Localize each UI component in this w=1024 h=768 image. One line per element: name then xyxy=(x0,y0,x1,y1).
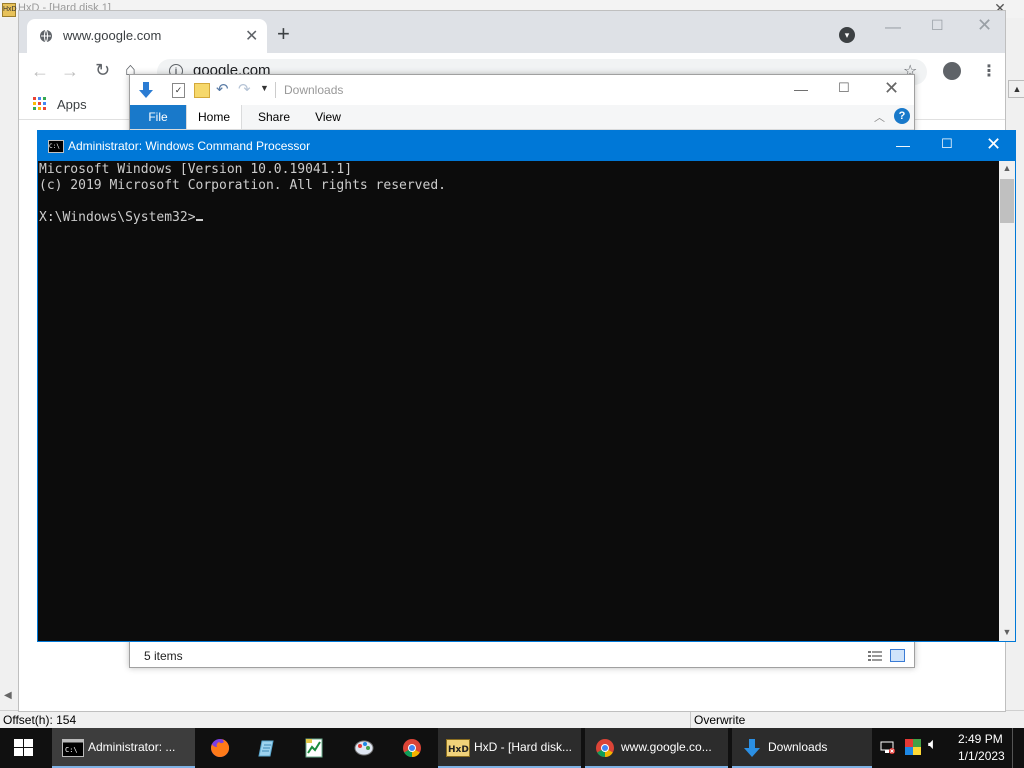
taskbar-item-hxd[interactable]: HxD HxD - [Hard disk... xyxy=(438,728,581,768)
hxd-logo-icon: HxD xyxy=(2,3,17,17)
large-icons-view-icon[interactable] xyxy=(890,649,905,662)
chrome-tab[interactable]: www.google.com ✕ xyxy=(27,19,267,53)
explorer-minimize-button[interactable]: — xyxy=(794,81,808,97)
reload-icon[interactable]: ↻ xyxy=(95,60,110,81)
text-cursor xyxy=(195,219,203,221)
status-divider xyxy=(690,711,691,729)
chrome-icon xyxy=(403,739,421,757)
taskbar-pin-firefox[interactable] xyxy=(198,728,244,768)
collapse-ribbon-chevron-icon[interactable]: ︿ xyxy=(874,109,885,125)
taskbar-item-label: HxD - [Hard disk... xyxy=(474,740,573,754)
new-tab-button[interactable]: + xyxy=(277,23,290,45)
taskbar-item-downloads[interactable]: Downloads xyxy=(732,728,872,768)
apps-bookmark[interactable]: Apps xyxy=(57,97,87,112)
explorer-close-button[interactable]: ✕ xyxy=(884,78,899,99)
download-arrow-icon xyxy=(139,82,153,98)
taskbar-item-cmd[interactable]: C:\ Administrator: ... xyxy=(52,728,195,768)
cmd-icon: C:\ xyxy=(48,140,64,153)
taskbar-pin-spreadsheet[interactable] xyxy=(292,728,338,768)
windows-logo-icon xyxy=(14,739,34,757)
help-icon[interactable]: ? xyxy=(894,108,910,124)
taskbar-pin-chrome[interactable] xyxy=(390,728,436,768)
console-prompt-line[interactable]: X:\Windows\System32> xyxy=(39,210,203,225)
taskbar-item-label: Downloads xyxy=(768,740,828,754)
item-count: 5 items xyxy=(144,649,183,663)
taskbar-item-label: www.google.co... xyxy=(621,740,712,754)
hxd-scroll-left-icon[interactable]: ◀ xyxy=(4,690,12,701)
chrome-tab-title: www.google.com xyxy=(63,28,162,43)
taskbar-pin-paint[interactable] xyxy=(342,728,388,768)
clock-date[interactable]: 1/1/2023 xyxy=(958,749,1005,763)
console-scrollbar[interactable]: ▲ ▼ xyxy=(999,161,1015,641)
cmd-titlebar[interactable]: C:\ Administrator: Windows Command Proce… xyxy=(38,131,1015,161)
hxd-offset-status: Offset(h): 154 xyxy=(3,713,77,727)
chrome-tabstrip: www.google.com ✕ + ▾ — ☐ ✕ xyxy=(19,11,1005,53)
tab-view[interactable]: View xyxy=(302,105,354,129)
chrome-maximize-button[interactable]: ☐ xyxy=(931,17,944,34)
hxd-scroll-up-button[interactable]: ▲ xyxy=(1008,80,1024,98)
console-prompt: X:\Windows\System32> xyxy=(39,210,196,225)
hxd-mode-status[interactable]: Overwrite xyxy=(694,713,745,727)
close-tab-icon[interactable]: ✕ xyxy=(245,26,258,46)
console-output[interactable]: Microsoft Windows [Version 10.0.19041.1]… xyxy=(38,161,999,641)
cmd-minimize-button[interactable]: — xyxy=(896,137,910,153)
taskbar: C:\ Administrator: ... HxD HxD - [Hard d… xyxy=(0,728,1024,768)
console-line: Microsoft Windows [Version 10.0.19041.1] xyxy=(39,162,353,177)
notepad-icon xyxy=(258,740,274,757)
download-arrow-icon xyxy=(744,739,760,757)
explorer-statusbar: 5 items xyxy=(130,645,914,667)
apps-grid-icon[interactable] xyxy=(33,97,47,111)
explorer-titlebar: ✓ ↶ ↷ ▼ Downloads — ☐ ✕ xyxy=(130,75,914,105)
tab-home[interactable]: Home xyxy=(186,105,242,129)
spreadsheet-icon xyxy=(305,738,323,758)
tab-file[interactable]: File xyxy=(130,105,186,129)
firefox-icon xyxy=(211,738,230,757)
redo-icon[interactable]: ↷ xyxy=(238,80,251,98)
console-line: (c) 2019 Microsoft Corporation. All righ… xyxy=(39,178,446,193)
cmd-close-button[interactable]: ✕ xyxy=(986,134,1001,155)
color-settings-icon[interactable] xyxy=(905,739,921,755)
explorer-title: Downloads xyxy=(284,83,344,97)
scroll-up-icon[interactable]: ▲ xyxy=(999,163,1015,173)
cmd-icon: C:\ xyxy=(62,739,84,757)
clock-time[interactable]: 2:49 PM xyxy=(958,732,1003,746)
menu-kebab-icon[interactable]: ⋮ xyxy=(981,61,997,81)
explorer-ribbon: File Home Share View ︿ ? xyxy=(130,105,914,130)
hxd-icon: HxD xyxy=(446,739,470,757)
taskbar-item-chrome[interactable]: www.google.co... xyxy=(585,728,728,768)
tab-share[interactable]: Share xyxy=(248,105,300,129)
svg-text:HxD: HxD xyxy=(448,745,469,755)
scroll-thumb[interactable] xyxy=(1000,179,1014,223)
properties-icon[interactable]: ✓ xyxy=(172,83,185,98)
forward-arrow-icon[interactable]: → xyxy=(61,61,79,82)
chrome-minimize-button[interactable]: — xyxy=(885,19,901,37)
svg-text:C:\: C:\ xyxy=(65,746,78,754)
details-view-icon[interactable] xyxy=(868,650,882,662)
hxd-statusbar: Offset(h): 154 Overwrite xyxy=(0,710,1024,729)
tab-search-icon[interactable]: ▾ xyxy=(839,27,855,43)
new-folder-icon[interactable] xyxy=(194,83,210,98)
start-button[interactable] xyxy=(0,728,48,768)
taskbar-pin-notepad[interactable] xyxy=(246,728,292,768)
paint-icon xyxy=(354,740,374,756)
cmd-title: Administrator: Windows Command Processor xyxy=(68,139,311,153)
chrome-close-button[interactable]: ✕ xyxy=(977,15,992,36)
profile-avatar-icon[interactable] xyxy=(943,62,961,80)
show-desktop-button[interactable] xyxy=(1012,728,1024,768)
taskbar-item-label: Administrator: ... xyxy=(88,740,176,754)
back-arrow-icon[interactable]: ← xyxy=(31,61,49,82)
cmd-maximize-button[interactable]: ☐ xyxy=(941,136,953,152)
explorer-maximize-button[interactable]: ☐ xyxy=(838,80,850,96)
volume-icon[interactable]: 🔈︎ xyxy=(928,736,938,754)
undo-icon[interactable]: ↶ xyxy=(216,80,229,98)
titlebar-separator xyxy=(275,82,276,98)
scroll-down-icon[interactable]: ▼ xyxy=(999,627,1015,637)
globe-icon xyxy=(40,29,52,43)
network-icon[interactable] xyxy=(880,740,896,754)
cmd-window: C:\ Administrator: Windows Command Proce… xyxy=(37,130,1016,642)
customize-toolbar-chevron-icon[interactable]: ▼ xyxy=(260,83,269,93)
chrome-icon xyxy=(596,739,614,757)
